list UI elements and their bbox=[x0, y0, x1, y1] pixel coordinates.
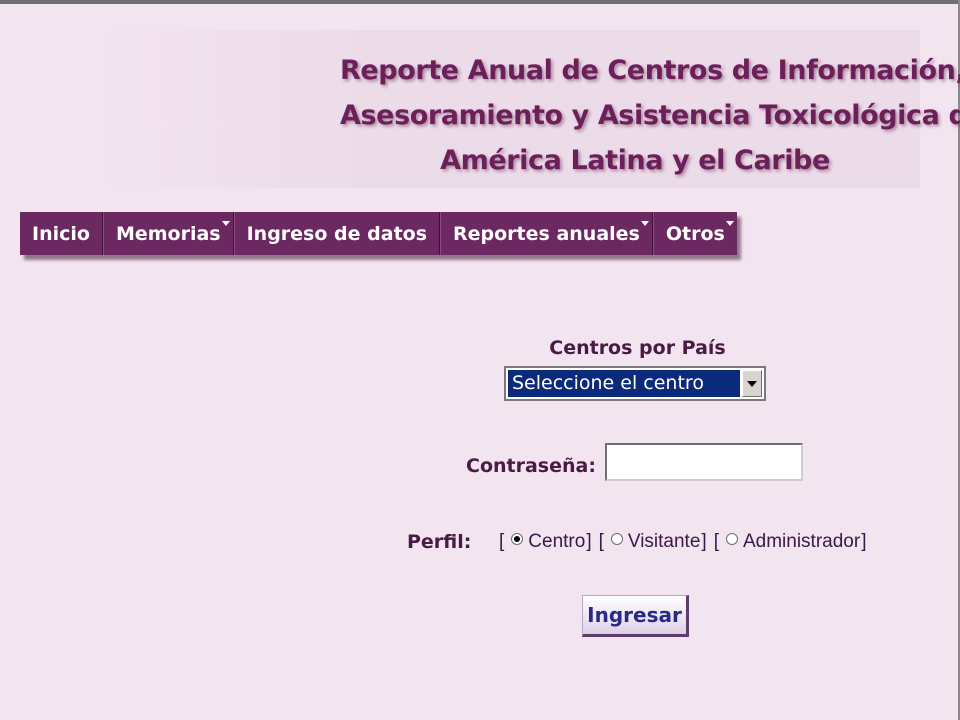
perfil-radio-group: [ Centro ] [ Visitante ] [ Administrador… bbox=[498, 531, 867, 553]
menu-item-label: Inicio bbox=[32, 222, 90, 245]
menu-item-label: Reportes anuales bbox=[453, 222, 640, 245]
bracket-close: ] bbox=[586, 531, 592, 552]
menu-item-reportes-anuales[interactable]: Reportes anuales bbox=[440, 212, 653, 255]
ingresar-button-label: Ingresar bbox=[587, 603, 682, 627]
radio-visitante-label[interactable]: Visitante bbox=[628, 531, 701, 553]
menu-item-inicio[interactable]: Inicio bbox=[20, 212, 103, 255]
bracket-open: [ bbox=[713, 531, 719, 552]
chevron-down-icon bbox=[747, 380, 757, 387]
password-label: Contraseña: bbox=[466, 455, 596, 477]
page-title-line-2: Asesoramiento y Asistencia Toxicológica … bbox=[340, 100, 960, 131]
dropdown-arrow-icon bbox=[640, 221, 649, 226]
menu-item-otros[interactable]: Otros bbox=[652, 212, 737, 255]
centro-select-value: Seleccione el centro bbox=[508, 370, 740, 397]
bracket-open: [ bbox=[598, 531, 604, 552]
centro-select[interactable]: Seleccione el centro bbox=[504, 366, 766, 401]
radio-centro-label[interactable]: Centro bbox=[528, 531, 585, 553]
menu-item-memorias[interactable]: Memorias bbox=[102, 212, 234, 255]
ingresar-button[interactable]: Ingresar bbox=[582, 595, 689, 637]
password-input[interactable] bbox=[605, 443, 803, 481]
main-menu: Inicio Memorias Ingreso de datos Reporte… bbox=[20, 212, 737, 255]
menu-item-label: Memorias bbox=[115, 222, 221, 245]
page-title: Reporte Anual de Centros de Información,… bbox=[340, 48, 960, 183]
perfil-label: Perfil: bbox=[407, 531, 472, 553]
page-title-line-3: América Latina y el Caribe bbox=[440, 145, 830, 176]
radio-administrador-label[interactable]: Administrador bbox=[743, 531, 860, 553]
centro-select-button[interactable] bbox=[742, 370, 762, 397]
menu-item-label: Ingreso de datos bbox=[246, 222, 428, 245]
dropdown-arrow-icon bbox=[221, 221, 230, 226]
top-border bbox=[0, 0, 960, 4]
bracket-close: ] bbox=[701, 531, 707, 552]
bracket-open: [ bbox=[499, 531, 505, 552]
centros-por-pais-label: Centros por País bbox=[549, 337, 726, 359]
menu-item-ingreso-de-datos[interactable]: Ingreso de datos bbox=[233, 212, 441, 255]
radio-centro[interactable] bbox=[511, 533, 524, 545]
menu-item-label: Otros bbox=[665, 222, 725, 245]
page-title-line-1: Reporte Anual de Centros de Información, bbox=[340, 55, 960, 86]
radio-administrador[interactable] bbox=[725, 533, 738, 545]
radio-visitante[interactable] bbox=[610, 533, 623, 545]
dropdown-arrow-icon bbox=[725, 221, 734, 226]
bracket-close: ] bbox=[861, 531, 867, 552]
